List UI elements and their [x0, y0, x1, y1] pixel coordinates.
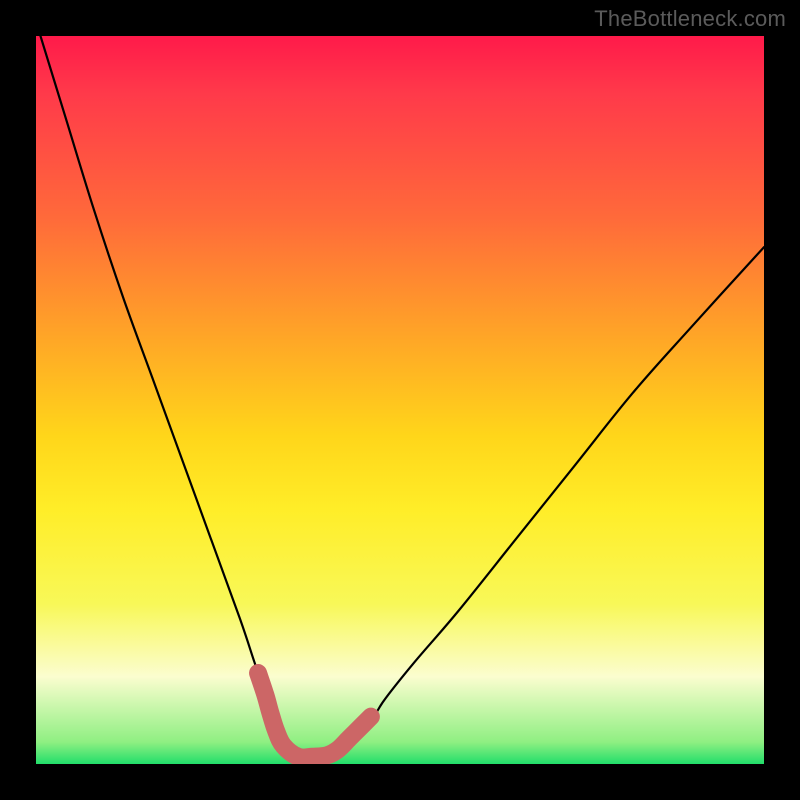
watermark-text: TheBottleneck.com — [594, 6, 786, 32]
plot-area — [36, 36, 764, 764]
curve-svg — [36, 36, 764, 764]
bottleneck-curve — [36, 36, 764, 757]
chart-frame: TheBottleneck.com — [0, 0, 800, 800]
bottleneck-highlight — [258, 673, 371, 758]
